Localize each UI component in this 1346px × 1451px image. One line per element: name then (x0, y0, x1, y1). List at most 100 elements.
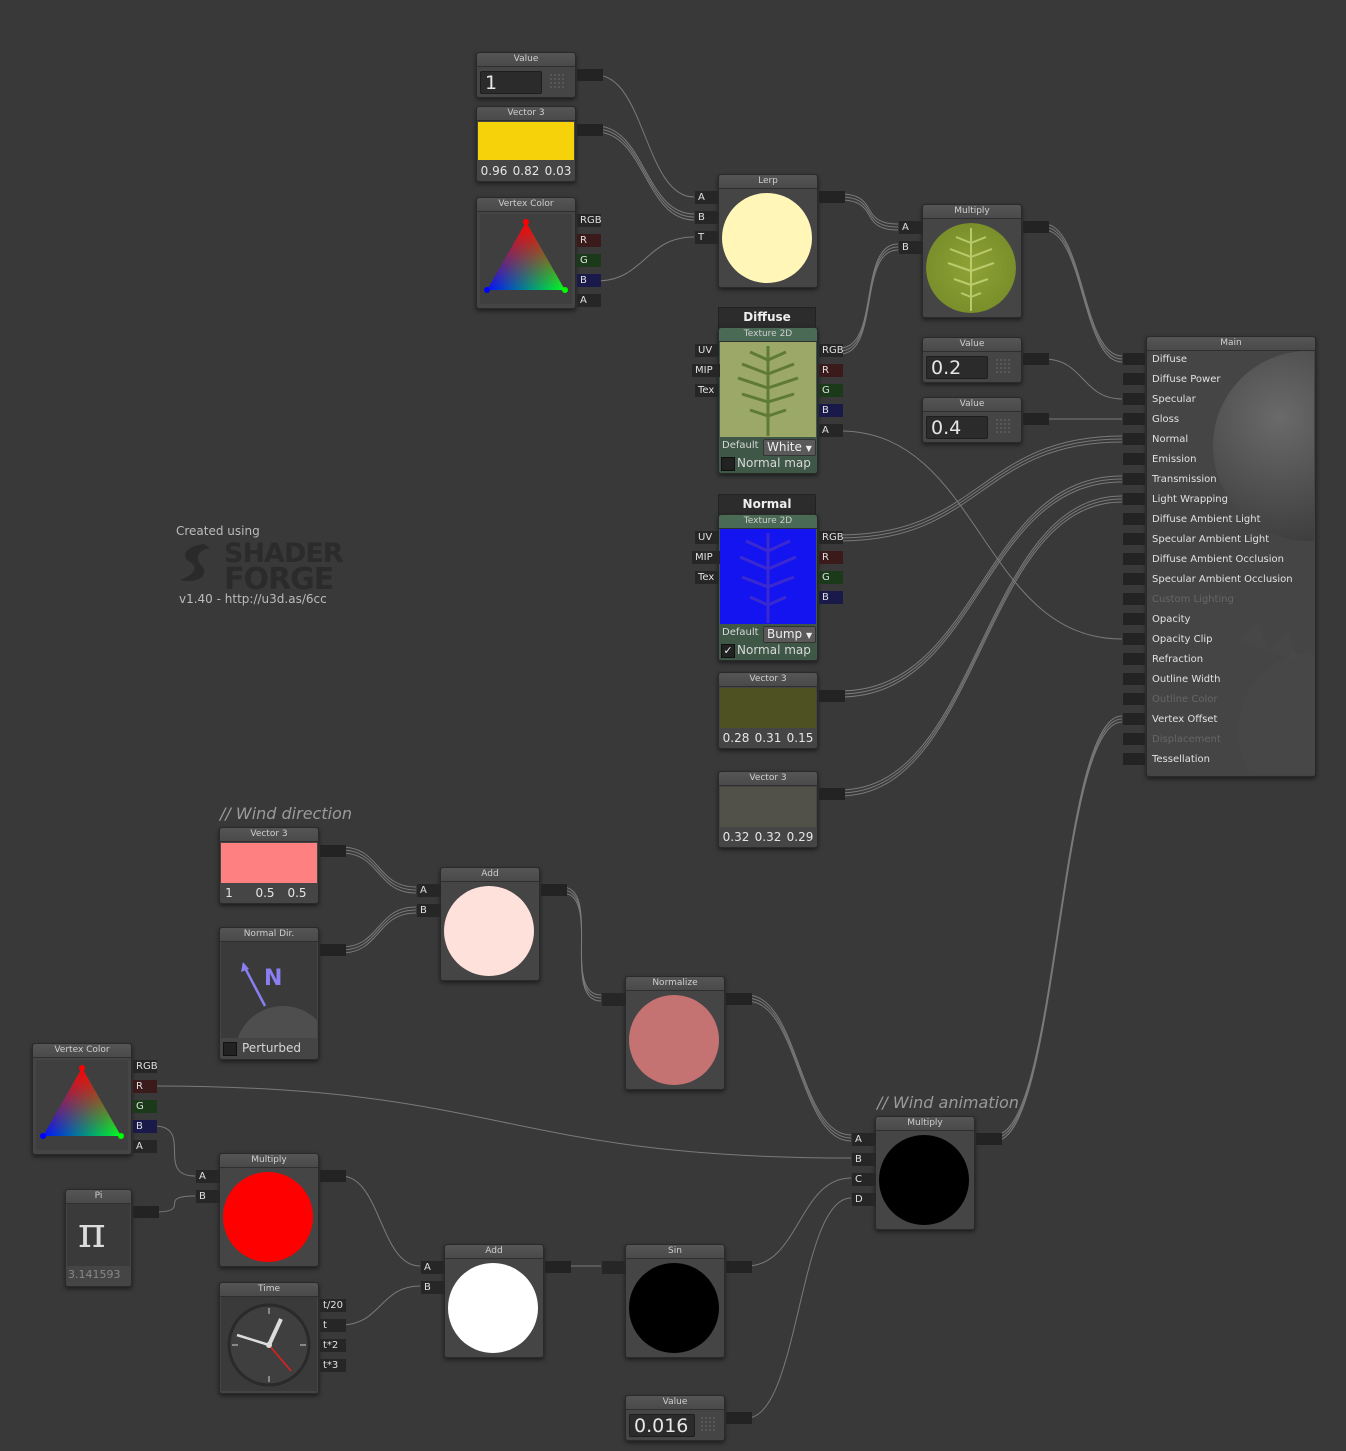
output-port-b[interactable]: B (133, 1120, 157, 1133)
main-input-port[interactable] (1123, 673, 1145, 685)
output-port[interactable] (819, 788, 845, 800)
main-input-row[interactable]: Displacement (1123, 730, 1315, 749)
default-dropdown[interactable]: White ▼ (763, 439, 816, 456)
output-port[interactable] (133, 1206, 159, 1218)
output-port[interactable] (577, 69, 603, 81)
output-port-rgb[interactable]: RGB (819, 344, 844, 357)
vector-x-field[interactable]: 0.28 (721, 731, 751, 745)
main-input-port[interactable] (1123, 713, 1145, 725)
main-input-port[interactable] (1123, 533, 1145, 545)
output-port-t3[interactable]: t*3 (320, 1359, 346, 1372)
main-input-port[interactable] (1123, 413, 1145, 425)
input-port-a[interactable]: A (417, 884, 441, 897)
input-port-a[interactable]: A (421, 1261, 445, 1274)
output-port-g[interactable]: G (819, 384, 843, 397)
output-port[interactable] (320, 944, 346, 956)
vector-y-field[interactable]: 0.5 (250, 886, 280, 900)
main-input-port[interactable] (1123, 473, 1145, 485)
input-port-a[interactable]: A (852, 1133, 876, 1146)
value-field[interactable]: 0.2 (926, 356, 988, 379)
main-input-row[interactable]: Diffuse Ambient Occlusion (1123, 550, 1315, 569)
main-input-row[interactable]: Custom Lighting (1123, 590, 1315, 609)
diffuse-texture-node[interactable]: Texture 2D Default White ▼ Normal map UV… (692, 327, 844, 474)
vector-z-field[interactable]: 0.5 (282, 886, 312, 900)
output-port[interactable] (726, 1412, 752, 1424)
drag-grip-icon[interactable] (995, 358, 1011, 374)
input-port-uv[interactable]: UV (695, 344, 719, 357)
input-port-mip[interactable]: MIP (692, 551, 720, 564)
output-port-t[interactable]: t (320, 1319, 346, 1332)
output-port-b[interactable]: B (819, 591, 843, 604)
vector-z-field[interactable]: 0.03 (543, 164, 573, 178)
vector3-node-yellow[interactable]: Vector 3 0.96 0.82 0.03 (476, 106, 603, 182)
multiply-node-red[interactable]: Multiply A B (196, 1153, 346, 1267)
input-port-c[interactable]: C (852, 1173, 876, 1186)
vector3-node-gray[interactable]: Vector 3 0.32 0.32 0.29 (718, 771, 845, 848)
output-port-a[interactable]: A (819, 424, 843, 437)
normal-texture-node[interactable]: Texture 2D Default Bump ▼ ✓ Normal map U… (692, 514, 844, 661)
output-port-r[interactable]: R (819, 364, 843, 377)
value-field[interactable]: 0.4 (926, 416, 988, 439)
output-port-b[interactable]: B (577, 274, 601, 287)
main-input-port[interactable] (1123, 353, 1145, 365)
vector-x-field[interactable]: 0.32 (721, 830, 751, 844)
output-port[interactable] (541, 884, 567, 896)
vector3-node-pink[interactable]: Vector 3 1 0.5 0.5 (219, 827, 346, 904)
vector-y-field[interactable]: 0.32 (753, 830, 783, 844)
vector3-node-olive[interactable]: Vector 3 0.28 0.31 0.15 (718, 672, 845, 749)
sin-node[interactable]: Sin (602, 1244, 752, 1358)
output-port-a[interactable]: A (577, 294, 601, 307)
value-field[interactable]: 1 (480, 71, 542, 94)
default-dropdown[interactable]: Bump ▼ (763, 626, 816, 643)
output-port[interactable] (320, 845, 346, 857)
normal-map-checkbox[interactable] (721, 457, 735, 471)
main-input-row[interactable]: Outline Width (1123, 670, 1315, 689)
output-port-g[interactable]: G (577, 254, 601, 267)
output-port-r[interactable]: R (819, 551, 843, 564)
drag-grip-icon[interactable] (700, 1416, 716, 1432)
main-output-node[interactable]: Main Diffuse Diffuse Power Specular Gloss No… (1123, 336, 1316, 777)
main-input-row[interactable]: Tessellation (1123, 750, 1315, 769)
drag-grip-icon[interactable] (549, 73, 565, 89)
output-port[interactable] (320, 1170, 346, 1182)
output-port-r[interactable]: R (577, 234, 601, 247)
main-input-port[interactable] (1123, 433, 1145, 445)
input-port[interactable] (602, 1261, 626, 1274)
output-port[interactable] (819, 690, 845, 702)
main-input-port[interactable] (1123, 753, 1145, 765)
normal-dir-node[interactable]: Normal Dir. N Perturbed (219, 927, 346, 1060)
multiply-node-wind[interactable]: Multiply A B C D (852, 1116, 1002, 1230)
main-input-row[interactable]: Gloss (1123, 410, 1315, 429)
vector-x-field[interactable]: 1 (222, 886, 236, 900)
main-input-port[interactable] (1123, 493, 1145, 505)
main-input-row[interactable]: Vertex Offset (1123, 710, 1315, 729)
input-port-b[interactable]: B (417, 904, 441, 917)
output-port[interactable] (1023, 413, 1049, 425)
output-port[interactable] (1023, 353, 1049, 365)
input-port-t[interactable]: T (695, 231, 719, 244)
add-node-top[interactable]: Add A B (417, 867, 567, 981)
main-input-row[interactable]: Diffuse Power (1123, 370, 1315, 389)
lerp-node[interactable]: Lerp A B T (695, 174, 845, 288)
main-input-row[interactable]: Refraction (1123, 650, 1315, 669)
main-input-port[interactable] (1123, 693, 1145, 705)
main-input-row[interactable]: Opacity (1123, 610, 1315, 629)
input-port-b[interactable]: B (695, 211, 719, 224)
input-port-d[interactable]: D (852, 1193, 876, 1206)
main-input-row[interactable]: Diffuse (1123, 350, 1315, 369)
output-port[interactable] (577, 124, 603, 136)
input-port-b[interactable]: B (196, 1190, 220, 1203)
main-input-port[interactable] (1123, 593, 1145, 605)
input-port-a[interactable]: A (196, 1170, 220, 1183)
value-node-0-4[interactable]: Value 0.4 (922, 397, 1049, 443)
main-input-port[interactable] (1123, 633, 1145, 645)
input-port-mip[interactable]: MIP (692, 364, 720, 377)
input-port-tex[interactable]: Tex (695, 571, 719, 584)
main-input-row[interactable]: Specular (1123, 390, 1315, 409)
input-port-uv[interactable]: UV (695, 531, 719, 544)
normalize-node[interactable]: Normalize (602, 976, 752, 1090)
main-input-port[interactable] (1123, 553, 1145, 565)
main-input-port[interactable] (1123, 393, 1145, 405)
main-input-port[interactable] (1123, 653, 1145, 665)
main-input-row[interactable]: Specular Ambient Occlusion (1123, 570, 1315, 589)
